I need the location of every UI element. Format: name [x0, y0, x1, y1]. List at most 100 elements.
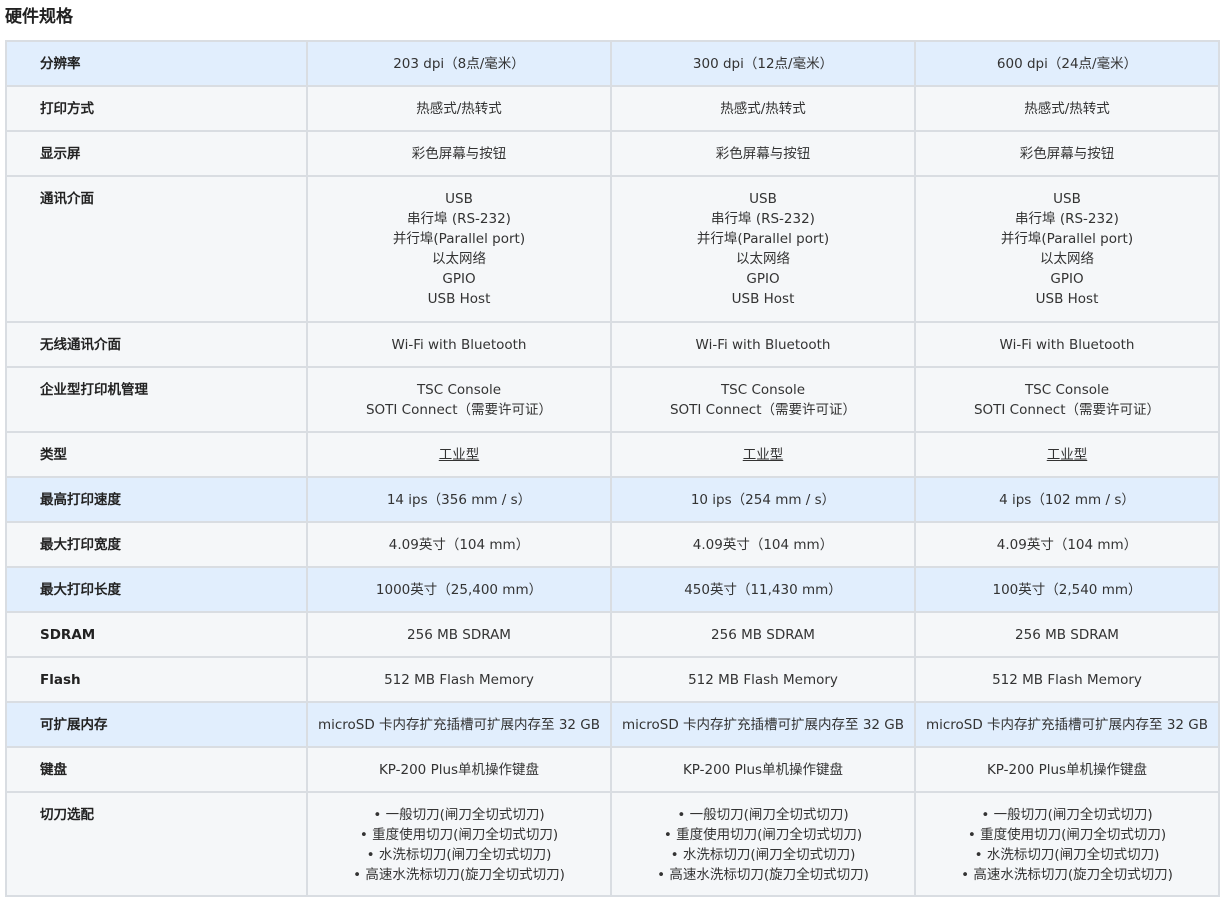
spec-value-model-2: 300 dpi（12点/毫米）: [610, 40, 916, 87]
spec-value-line: microSD 卡内存扩充插槽可扩展内存至 32 GB: [925, 717, 1209, 733]
spec-value-line: 14 ips（356 mm / s）: [386, 492, 532, 508]
spec-value-model-1: 1000英寸（25,400 mm）: [306, 566, 612, 613]
spec-value-model-1: 彩色屏幕与按钮: [306, 130, 612, 177]
spec-row-expandable-memory: 可扩展内存 microSD 卡内存扩充插槽可扩展内存至 32 GB microSD …: [5, 701, 1220, 748]
spec-value-model-3: 彩色屏幕与按钮: [914, 130, 1220, 177]
spec-value-line[interactable]: 工业型: [308, 445, 610, 465]
spec-value-line: 600 dpi（24点/毫米）: [996, 56, 1138, 72]
spec-value-line: 彩色屏幕与按钮: [715, 146, 811, 162]
spec-value-line: SOTI Connect（需要许可证）: [973, 402, 1161, 418]
spec-value-line: TSC Console: [416, 382, 502, 398]
spec-value-line: 512 MB Flash Memory: [384, 672, 534, 688]
spec-value-line: 450英寸（11,430 mm）: [684, 582, 842, 598]
spec-value-line: • 水洗标切刀(闸刀全切式切刀): [974, 847, 1160, 863]
spec-label: 通讯介面: [5, 175, 308, 323]
spec-value-line: TSC Console: [720, 382, 806, 398]
spec-value-model-3: 100英寸（2,540 mm）: [914, 566, 1220, 613]
spec-value-line: TSC Console: [1024, 382, 1110, 398]
spec-label: 企业型打印机管理: [5, 366, 308, 433]
spec-value-line: 100英寸（2,540 mm）: [992, 582, 1142, 598]
spec-value-line: USB Host: [427, 291, 491, 307]
spec-value-model-2: 工业型: [610, 431, 916, 478]
spec-value-line: Wi-Fi with Bluetooth: [391, 337, 527, 353]
spec-value-model-1: USB 串行埠 (RS-232) 并行埠(Parallel port) 以太网络 GPI…: [306, 175, 612, 323]
spec-value-line: 4.09英寸（104 mm）: [996, 537, 1138, 553]
spec-value-line: microSD 卡内存扩充插槽可扩展内存至 32 GB: [621, 717, 905, 733]
spec-value-model-1: 热感式/热转式: [306, 85, 612, 132]
spec-row-printer-management: 企业型打印机管理 TSC Console SOTI Connect（需要许可证） TS…: [5, 366, 1220, 433]
page-title: 硬件规格: [5, 7, 73, 27]
spec-label: 最大打印长度: [5, 566, 308, 613]
spec-row-resolution: 分辨率 203 dpi（8点/毫米） 300 dpi（12点/毫米） 600 dpi（…: [5, 40, 1220, 87]
spec-value-line: • 高速水洗标切刀(旋刀全切式切刀): [353, 867, 565, 883]
spec-value-line: 热感式/热转式: [720, 101, 806, 117]
spec-row-print-method: 打印方式 热感式/热转式 热感式/热转式 热感式/热转式: [5, 85, 1220, 132]
spec-value-line: KP-200 Plus单机操作键盘: [986, 762, 1148, 778]
spec-value-model-1: 4.09英寸（104 mm）: [306, 521, 612, 568]
spec-value-model-3: USB 串行埠 (RS-232) 并行埠(Parallel port) 以太网络 GPI…: [914, 175, 1220, 323]
spec-value-line: 4 ips（102 mm / s）: [999, 492, 1135, 508]
spec-value-line: 203 dpi（8点/毫米）: [393, 56, 525, 72]
spec-label: 无线通讯介面: [5, 321, 308, 368]
spec-label: 打印方式: [5, 85, 308, 132]
spec-row-max-speed: 最高打印速度 14 ips（356 mm / s） 10 ips（254 mm / …: [5, 476, 1220, 523]
spec-value-line: KP-200 Plus单机操作键盘: [378, 762, 540, 778]
spec-value-model-3: 工业型: [914, 431, 1220, 478]
spec-value-model-1: 工业型: [306, 431, 612, 478]
spec-value-model-1: 256 MB SDRAM: [306, 611, 612, 658]
spec-value-model-3: 256 MB SDRAM: [914, 611, 1220, 658]
spec-value-line: USB: [445, 191, 473, 207]
spec-value-line: • 重度使用切刀(闸刀全切式切刀): [967, 827, 1167, 843]
spec-value-line: • 水洗标切刀(闸刀全切式切刀): [670, 847, 856, 863]
spec-value-model-3: 4 ips（102 mm / s）: [914, 476, 1220, 523]
spec-value-line: GPIO: [442, 271, 476, 287]
spec-row-display: 显示屏 彩色屏幕与按钮 彩色屏幕与按钮 彩色屏幕与按钮: [5, 130, 1220, 177]
spec-label: 最大打印宽度: [5, 521, 308, 568]
spec-value-model-2: 10 ips（254 mm / s）: [610, 476, 916, 523]
spec-value-model-3: 4.09英寸（104 mm）: [914, 521, 1220, 568]
spec-value-model-1: • 一般切刀(闸刀全切式切刀) • 重度使用切刀(闸刀全切式切刀) • 水洗标切刀(…: [306, 791, 612, 897]
spec-value-line: 256 MB SDRAM: [711, 627, 815, 643]
spec-value-line: SOTI Connect（需要许可证）: [669, 402, 857, 418]
spec-value-line: • 一般切刀(闸刀全切式切刀): [981, 807, 1153, 823]
spec-value-line: USB: [749, 191, 777, 207]
spec-value-model-2: 4.09英寸（104 mm）: [610, 521, 916, 568]
hardware-spec-table: 分辨率 203 dpi（8点/毫米） 300 dpi（12点/毫米） 600 dpi（…: [5, 40, 1220, 897]
spec-row-max-length: 最大打印长度 1000英寸（25,400 mm） 450英寸（11,430 mm） 1…: [5, 566, 1220, 613]
spec-value-line: SOTI Connect（需要许可证）: [365, 402, 553, 418]
spec-value-line[interactable]: 工业型: [612, 445, 914, 465]
spec-value-line: 串行埠 (RS-232): [1015, 211, 1119, 227]
spec-value-line: • 重度使用切刀(闸刀全切式切刀): [359, 827, 559, 843]
spec-value-model-1: 512 MB Flash Memory: [306, 656, 612, 703]
spec-value-line: 串行埠 (RS-232): [711, 211, 815, 227]
spec-value-model-3: microSD 卡内存扩充插槽可扩展内存至 32 GB: [914, 701, 1220, 748]
spec-value-model-2: KP-200 Plus单机操作键盘: [610, 746, 916, 793]
spec-value-line: 彩色屏幕与按钮: [411, 146, 507, 162]
spec-value-line: 300 dpi（12点/毫米）: [692, 56, 834, 72]
spec-value-model-3: KP-200 Plus单机操作键盘: [914, 746, 1220, 793]
spec-value-model-1: microSD 卡内存扩充插槽可扩展内存至 32 GB: [306, 701, 612, 748]
spec-value-model-2: microSD 卡内存扩充插槽可扩展内存至 32 GB: [610, 701, 916, 748]
spec-value-model-2: USB 串行埠 (RS-232) 并行埠(Parallel port) 以太网络 GPI…: [610, 175, 916, 323]
spec-value-model-2: Wi-Fi with Bluetooth: [610, 321, 916, 368]
spec-row-flash: Flash 512 MB Flash Memory 512 MB Flash Mem…: [5, 656, 1220, 703]
spec-value-line: 热感式/热转式: [1024, 101, 1110, 117]
spec-value-model-1: KP-200 Plus单机操作键盘: [306, 746, 612, 793]
spec-value-model-2: 256 MB SDRAM: [610, 611, 916, 658]
spec-value-model-3: TSC Console SOTI Connect（需要许可证）: [914, 366, 1220, 433]
spec-value-line: Wi-Fi with Bluetooth: [999, 337, 1135, 353]
spec-value-model-3: • 一般切刀(闸刀全切式切刀) • 重度使用切刀(闸刀全切式切刀) • 水洗标切刀(…: [914, 791, 1220, 897]
spec-label: 类型: [5, 431, 308, 478]
spec-value-line: GPIO: [746, 271, 780, 287]
spec-value-line: microSD 卡内存扩充插槽可扩展内存至 32 GB: [317, 717, 601, 733]
spec-value-line: GPIO: [1050, 271, 1084, 287]
spec-value-line: 以太网络: [1040, 251, 1094, 267]
spec-value-line: 10 ips（254 mm / s）: [690, 492, 836, 508]
spec-value-line: 并行埠(Parallel port): [1000, 231, 1134, 247]
spec-value-model-2: • 一般切刀(闸刀全切式切刀) • 重度使用切刀(闸刀全切式切刀) • 水洗标切刀(…: [610, 791, 916, 897]
spec-value-model-3: 512 MB Flash Memory: [914, 656, 1220, 703]
spec-value-line[interactable]: 工业型: [916, 445, 1218, 465]
spec-label: 显示屏: [5, 130, 308, 177]
spec-label: 分辨率: [5, 40, 308, 87]
spec-value-line: USB Host: [1035, 291, 1099, 307]
